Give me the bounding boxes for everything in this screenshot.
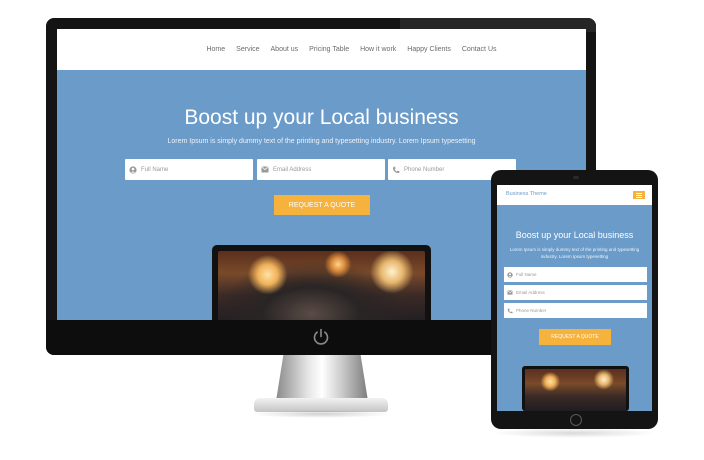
mobile-email-placeholder: Email Address xyxy=(516,290,545,295)
brand-logo[interactable]: Business Theme xyxy=(506,191,547,197)
request-quote-button[interactable]: REQUEST A QUOTE xyxy=(274,195,370,215)
phone-icon xyxy=(393,166,400,173)
tablet-screen: Business Theme Boost up your Local busin… xyxy=(497,185,652,411)
tablet-home-button[interactable] xyxy=(570,414,582,426)
mobile-hero-subtitle: Lorem Ipsum is simply dummy text of the … xyxy=(509,247,640,259)
tablet-shadow xyxy=(491,428,658,438)
nav-link-how-it-work[interactable]: How it work xyxy=(360,46,396,53)
mobile-full-name-field[interactable]: Full Name xyxy=(504,267,647,282)
nav-link-home[interactable]: Home xyxy=(206,46,225,53)
user-icon xyxy=(129,165,137,174)
full-name-placeholder: Full Name xyxy=(141,166,169,173)
hero-title: Boost up your Local business xyxy=(184,106,459,129)
mobile-phone-placeholder: Phone Number xyxy=(516,308,547,313)
mobile-request-quote-button[interactable]: REQUEST A QUOTE xyxy=(539,329,611,345)
mobile-phone-field[interactable]: Phone Number xyxy=(504,303,647,318)
nav-link-about-us[interactable]: About us xyxy=(271,46,299,53)
nav-link-pricing-table[interactable]: Pricing Table xyxy=(309,46,349,53)
mobile-full-name-placeholder: Full Name xyxy=(516,272,537,277)
desktop-nav: Home Service About us Pricing Table How … xyxy=(57,29,586,70)
nav-link-happy-clients[interactable]: Happy Clients xyxy=(407,46,451,53)
full-name-field[interactable]: Full Name xyxy=(125,159,253,180)
hamburger-menu-icon[interactable] xyxy=(633,191,645,199)
monitor-stand-neck xyxy=(276,355,368,401)
email-placeholder: Email Address xyxy=(273,166,312,173)
tablet-camera xyxy=(573,176,579,179)
user-icon xyxy=(507,271,513,278)
hero-subtitle: Lorem Ipsum is simply dummy text of the … xyxy=(167,138,476,145)
monitor-shadow xyxy=(250,410,392,418)
mobile-hero-title: Boost up your Local business xyxy=(515,230,634,240)
phone-placeholder: Phone Number xyxy=(404,166,445,173)
email-field[interactable]: Email Address xyxy=(257,159,385,180)
nav-link-service[interactable]: Service xyxy=(236,46,259,53)
power-icon xyxy=(313,328,329,345)
phone-icon xyxy=(507,308,513,313)
mobile-hero-photo xyxy=(525,369,626,411)
envelope-icon xyxy=(507,290,513,295)
hero-photo xyxy=(218,251,425,320)
mobile-email-field[interactable]: Email Address xyxy=(504,285,647,300)
nav-link-contact-us[interactable]: Contact Us xyxy=(462,46,497,53)
envelope-icon xyxy=(261,166,269,173)
